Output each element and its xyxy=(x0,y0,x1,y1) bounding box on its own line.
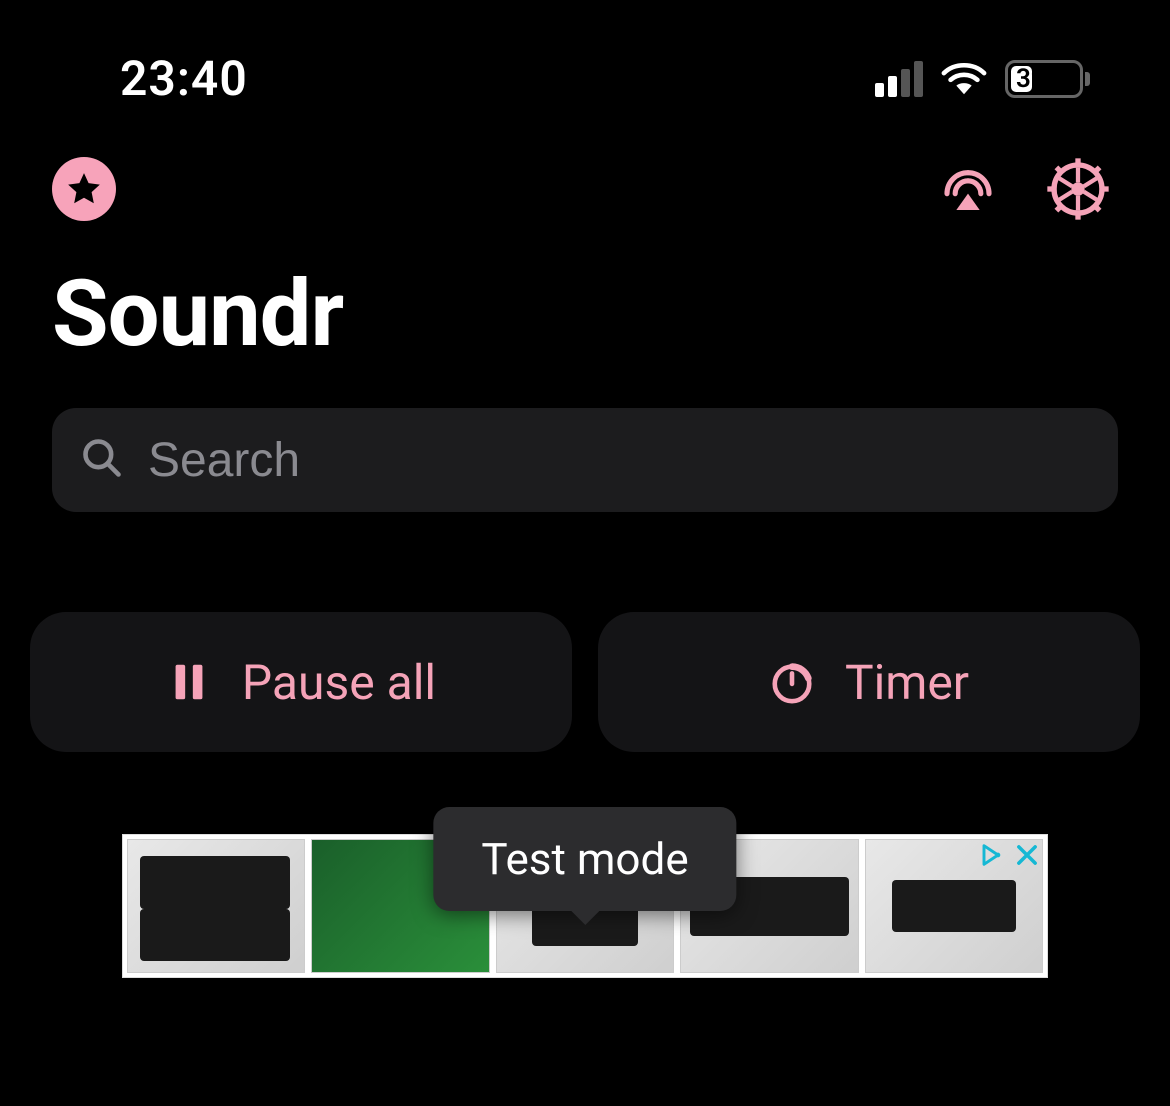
timer-label: Timer xyxy=(845,654,969,711)
star-icon xyxy=(65,170,103,208)
search-icon xyxy=(80,436,124,484)
favorites-button[interactable] xyxy=(52,157,116,221)
airplay-icon xyxy=(940,161,996,217)
pause-icon xyxy=(166,659,212,705)
cellular-signal-icon xyxy=(875,61,923,97)
status-bar: 23:40 32 xyxy=(0,0,1170,127)
timer-icon xyxy=(769,659,815,705)
battery-indicator: 32 xyxy=(1005,60,1090,98)
settings-button[interactable] xyxy=(1046,157,1110,221)
pause-all-button[interactable]: Pause all xyxy=(30,612,572,752)
page-title: Soundr xyxy=(0,231,1170,388)
ad-image[interactable] xyxy=(127,839,305,973)
status-time: 23:40 xyxy=(120,50,248,107)
search-input[interactable] xyxy=(148,433,1090,488)
top-toolbar xyxy=(0,127,1170,231)
airplay-button[interactable] xyxy=(940,161,996,217)
close-icon[interactable] xyxy=(1013,841,1041,873)
timer-button[interactable]: Timer xyxy=(598,612,1140,752)
gear-icon xyxy=(1046,157,1110,221)
action-row: Pause all Timer xyxy=(0,512,1170,752)
search-bar[interactable] xyxy=(52,408,1118,512)
status-indicators: 32 xyxy=(875,59,1090,99)
toast-message: Test mode xyxy=(433,807,736,911)
wifi-icon xyxy=(941,59,987,99)
pause-all-label: Pause all xyxy=(242,654,436,711)
ad-info-icon[interactable] xyxy=(977,841,1005,873)
battery-percent: 32 xyxy=(1016,64,1046,94)
